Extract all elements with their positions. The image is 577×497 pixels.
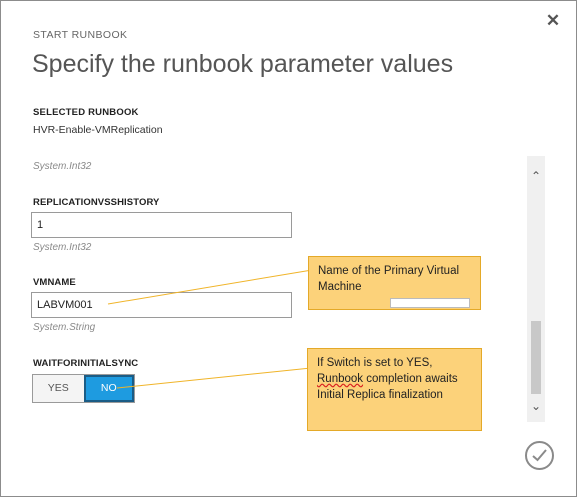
scroll-up-icon[interactable]: ⌃ (527, 169, 545, 183)
scrollbar[interactable]: ⌃ ⌄ (527, 156, 545, 422)
close-icon[interactable]: ✕ (544, 12, 562, 30)
replicationvsshistory-input[interactable] (31, 212, 292, 238)
selected-runbook-label: SELECTED RUNBOOK (33, 107, 139, 118)
switch-callout-runbook: Runbook (317, 373, 364, 385)
waitforinitialsync-label: WAITFORINITIALSYNC (33, 358, 139, 369)
page-title: Specify the runbook parameter values (32, 50, 454, 78)
annotation-tag (390, 298, 470, 308)
checkmark-glyph (532, 449, 547, 462)
vmname-label: VMNAME (33, 277, 76, 288)
checkmark-icon[interactable] (525, 441, 554, 470)
vmname-callout-text: Name of the Primary Virtual Machine (318, 265, 460, 293)
selected-runbook-value: HVR-Enable-VMReplication (33, 124, 163, 136)
switch-callout-prefix: If Switch is set to YES, (317, 357, 433, 369)
prev-param-type: System.Int32 (33, 161, 92, 172)
toggle-no-option[interactable]: NO (83, 375, 134, 402)
dialog-eyebrow: START RUNBOOK (33, 29, 128, 41)
scroll-thumb[interactable] (531, 321, 541, 394)
replicationvsshistory-type: System.Int32 (33, 242, 92, 253)
toggle-yes-option[interactable]: YES (33, 375, 84, 402)
scroll-down-icon[interactable]: ⌄ (527, 399, 545, 413)
switch-callout: If Switch is set to YES, Runbook complet… (307, 348, 482, 431)
vmname-type: System.String (33, 322, 96, 333)
replicationvsshistory-label: REPLICATIONVSSHISTORY (33, 197, 160, 208)
vmname-input[interactable] (31, 292, 292, 318)
waitforinitialsync-toggle[interactable]: YES NO (32, 374, 135, 403)
